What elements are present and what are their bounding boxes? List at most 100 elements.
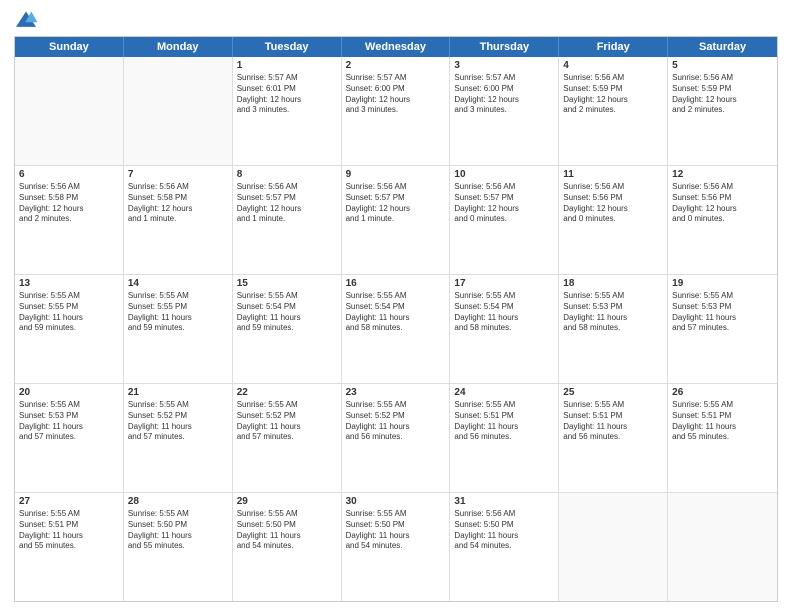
cell-info: Sunrise: 5:56 AM Sunset: 5:56 PM Dayligh… (672, 182, 773, 225)
calendar-header: SundayMondayTuesdayWednesdayThursdayFrid… (15, 37, 777, 57)
calendar-cell: 15Sunrise: 5:55 AM Sunset: 5:54 PM Dayli… (233, 275, 342, 383)
day-number: 24 (454, 387, 554, 398)
cell-info: Sunrise: 5:55 AM Sunset: 5:53 PM Dayligh… (672, 291, 773, 334)
calendar-week-5: 27 Sunrise: 5:55 AM Sunset: 5:51 PM Dayli… (15, 493, 777, 601)
calendar-week-3: 13 Sunrise: 5:55 AM Sunset: 5:55 PM Dayli… (15, 275, 777, 384)
weekday-header-monday: Monday (124, 37, 233, 57)
calendar-cell: 25Sunrise: 5:55 AM Sunset: 5:51 PM Dayli… (559, 384, 668, 492)
calendar-cell: 30 Sunrise: 5:55 AM Sunset: 5:50 PM Dayli… (342, 493, 451, 601)
day-number: 21 (128, 387, 228, 398)
calendar-cell: 14 Sunrise: 5:55 AM Sunset: 5:55 PM Dayli… (124, 275, 233, 383)
day-number: 7 (128, 169, 228, 180)
day-number: 9 (346, 169, 446, 180)
cell-info: Sunrise: 5:55 AM Sunset: 5:51 PM Dayligh… (454, 400, 554, 443)
cell-info: Sunrise: 5:55 AM Sunset: 5:54 PM Dayligh… (237, 291, 337, 334)
day-number: 16 (346, 278, 446, 289)
calendar-cell: 8 Sunrise: 5:56 AM Sunset: 5:57 PM Daylig… (233, 166, 342, 274)
weekday-header-friday: Friday (559, 37, 668, 57)
calendar-cell: 11 Sunrise: 5:56 AM Sunset: 5:56 PM Dayli… (559, 166, 668, 274)
cell-info: Sunrise: 5:55 AM Sunset: 5:55 PM Dayligh… (128, 291, 228, 334)
day-number: 31 (454, 496, 554, 507)
day-number: 11 (563, 169, 663, 180)
calendar-cell (15, 57, 124, 165)
cell-info: Sunrise: 5:55 AM Sunset: 5:50 PM Dayligh… (237, 509, 337, 552)
calendar-cell: 23 Sunrise: 5:55 AM Sunset: 5:52 PM Dayli… (342, 384, 451, 492)
cell-info: Sunrise: 5:56 AM Sunset: 5:59 PM Dayligh… (672, 73, 773, 116)
weekday-header-sunday: Sunday (15, 37, 124, 57)
cell-info: Sunrise: 5:56 AM Sunset: 5:59 PM Dayligh… (563, 73, 663, 116)
day-number: 19 (672, 278, 773, 289)
cell-info: Sunrise: 5:56 AM Sunset: 5:56 PM Dayligh… (563, 182, 663, 225)
cell-info: Sunrise: 5:55 AM Sunset: 5:52 PM Dayligh… (237, 400, 337, 443)
calendar-cell: 3Sunrise: 5:57 AM Sunset: 6:00 PM Daylig… (450, 57, 559, 165)
calendar-cell: 12 Sunrise: 5:56 AM Sunset: 5:56 PM Dayli… (668, 166, 777, 274)
calendar-body: 1 Sunrise: 5:57 AM Sunset: 6:01 PM Daylig… (15, 57, 777, 601)
calendar-cell: 31 Sunrise: 5:56 AM Sunset: 5:50 PM Dayli… (450, 493, 559, 601)
calendar-cell: 17 Sunrise: 5:55 AM Sunset: 5:54 PM Dayli… (450, 275, 559, 383)
calendar-cell: 19 Sunrise: 5:55 AM Sunset: 5:53 PM Dayli… (668, 275, 777, 383)
page-header (14, 10, 778, 30)
cell-info: Sunrise: 5:56 AM Sunset: 5:58 PM Dayligh… (19, 182, 119, 225)
day-number: 28 (128, 496, 228, 507)
day-number: 18 (563, 278, 663, 289)
cell-info: Sunrise: 5:55 AM Sunset: 5:51 PM Dayligh… (672, 400, 773, 443)
calendar: SundayMondayTuesdayWednesdayThursdayFrid… (14, 36, 778, 602)
cell-info: Sunrise: 5:56 AM Sunset: 5:57 PM Dayligh… (454, 182, 554, 225)
day-number: 2 (346, 60, 446, 71)
calendar-cell: 5 Sunrise: 5:56 AM Sunset: 5:59 PM Daylig… (668, 57, 777, 165)
calendar-cell (559, 493, 668, 601)
day-number: 1 (237, 60, 337, 71)
cell-info: Sunrise: 5:56 AM Sunset: 5:50 PM Dayligh… (454, 509, 554, 552)
calendar-cell: 13 Sunrise: 5:55 AM Sunset: 5:55 PM Dayli… (15, 275, 124, 383)
cell-info: Sunrise: 5:55 AM Sunset: 5:53 PM Dayligh… (19, 400, 119, 443)
calendar-cell: 6 Sunrise: 5:56 AM Sunset: 5:58 PM Daylig… (15, 166, 124, 274)
calendar-cell: 20 Sunrise: 5:55 AM Sunset: 5:53 PM Dayli… (15, 384, 124, 492)
calendar-cell: 16 Sunrise: 5:55 AM Sunset: 5:54 PM Dayli… (342, 275, 451, 383)
day-number: 27 (19, 496, 119, 507)
cell-info: Sunrise: 5:55 AM Sunset: 5:54 PM Dayligh… (346, 291, 446, 334)
day-number: 20 (19, 387, 119, 398)
day-number: 10 (454, 169, 554, 180)
cell-info: Sunrise: 5:55 AM Sunset: 5:55 PM Dayligh… (19, 291, 119, 334)
cell-info: Sunrise: 5:55 AM Sunset: 5:50 PM Dayligh… (346, 509, 446, 552)
calendar-cell: 24 Sunrise: 5:55 AM Sunset: 5:51 PM Dayli… (450, 384, 559, 492)
day-number: 8 (237, 169, 337, 180)
calendar-week-2: 6 Sunrise: 5:56 AM Sunset: 5:58 PM Daylig… (15, 166, 777, 275)
cell-info: Sunrise: 5:55 AM Sunset: 5:52 PM Dayligh… (346, 400, 446, 443)
day-number: 13 (19, 278, 119, 289)
calendar-cell: 1 Sunrise: 5:57 AM Sunset: 6:01 PM Daylig… (233, 57, 342, 165)
cell-info: Sunrise: 5:56 AM Sunset: 5:57 PM Dayligh… (237, 182, 337, 225)
day-number: 30 (346, 496, 446, 507)
calendar-cell: 26Sunrise: 5:55 AM Sunset: 5:51 PM Dayli… (668, 384, 777, 492)
calendar-cell: 2 Sunrise: 5:57 AM Sunset: 6:00 PM Daylig… (342, 57, 451, 165)
day-number: 29 (237, 496, 337, 507)
cell-info: Sunrise: 5:55 AM Sunset: 5:51 PM Dayligh… (19, 509, 119, 552)
day-number: 6 (19, 169, 119, 180)
cell-info: Sunrise: 5:55 AM Sunset: 5:53 PM Dayligh… (563, 291, 663, 334)
calendar-week-1: 1 Sunrise: 5:57 AM Sunset: 6:01 PM Daylig… (15, 57, 777, 166)
cell-info: Sunrise: 5:55 AM Sunset: 5:52 PM Dayligh… (128, 400, 228, 443)
day-number: 14 (128, 278, 228, 289)
day-number: 12 (672, 169, 773, 180)
day-number: 4 (563, 60, 663, 71)
cell-info: Sunrise: 5:55 AM Sunset: 5:54 PM Dayligh… (454, 291, 554, 334)
calendar-cell (124, 57, 233, 165)
day-number: 17 (454, 278, 554, 289)
calendar-cell: 27 Sunrise: 5:55 AM Sunset: 5:51 PM Dayli… (15, 493, 124, 601)
calendar-cell: 28Sunrise: 5:55 AM Sunset: 5:50 PM Dayli… (124, 493, 233, 601)
logo-icon (14, 10, 38, 30)
day-number: 23 (346, 387, 446, 398)
day-number: 3 (454, 60, 554, 71)
weekday-header-tuesday: Tuesday (233, 37, 342, 57)
weekday-header-saturday: Saturday (668, 37, 777, 57)
day-number: 5 (672, 60, 773, 71)
calendar-cell (668, 493, 777, 601)
cell-info: Sunrise: 5:57 AM Sunset: 6:00 PM Dayligh… (346, 73, 446, 116)
weekday-header-wednesday: Wednesday (342, 37, 451, 57)
calendar-week-4: 20 Sunrise: 5:55 AM Sunset: 5:53 PM Dayli… (15, 384, 777, 493)
day-number: 25 (563, 387, 663, 398)
cell-info: Sunrise: 5:56 AM Sunset: 5:57 PM Dayligh… (346, 182, 446, 225)
cell-info: Sunrise: 5:57 AM Sunset: 6:01 PM Dayligh… (237, 73, 337, 116)
calendar-cell: 21 Sunrise: 5:55 AM Sunset: 5:52 PM Dayli… (124, 384, 233, 492)
calendar-cell: 10 Sunrise: 5:56 AM Sunset: 5:57 PM Dayli… (450, 166, 559, 274)
